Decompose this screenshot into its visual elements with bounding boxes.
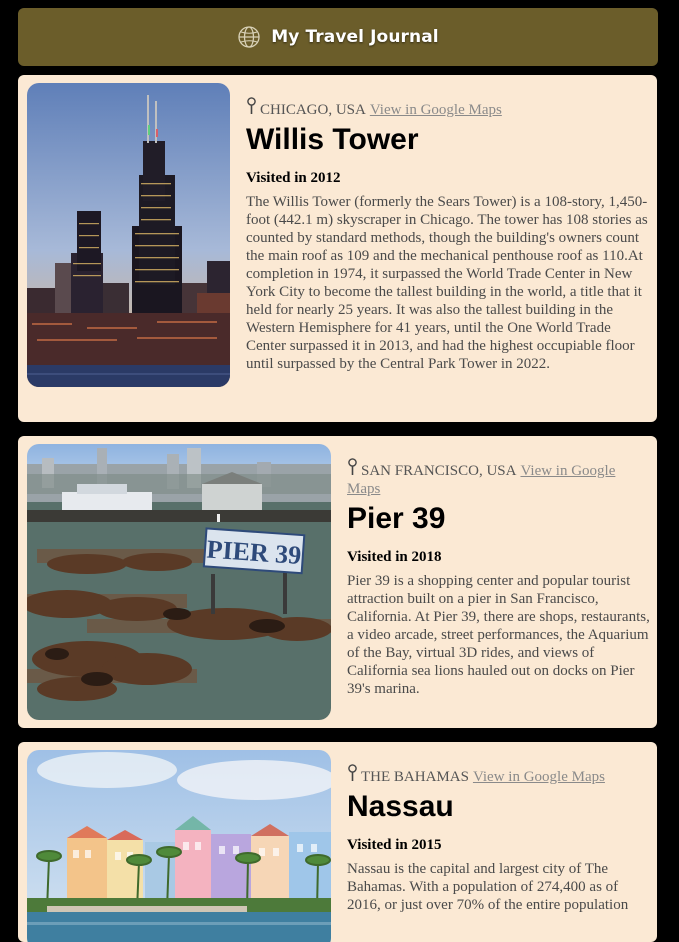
google-maps-link[interactable]: View in Google Maps <box>473 769 605 785</box>
entry-location: Chicago, USA <box>260 102 366 118</box>
app-title: My Travel Journal <box>271 27 439 47</box>
entry-location: The Bahamas <box>361 769 469 785</box>
app-header: My Travel Journal <box>18 8 658 66</box>
entry-title: Willis Tower <box>246 123 419 156</box>
location-pin-icon <box>347 764 358 782</box>
entry-description: The Willis Tower (formerly the Sears Tow… <box>246 194 648 372</box>
journal-entry-card: PIER 39 San Francisco, USA View in Google… <box>18 436 657 728</box>
entry-photo: PIER 39 <box>27 444 331 720</box>
entry-title: Pier 39 <box>347 502 446 535</box>
location-pin-icon <box>246 97 257 115</box>
entry-visited-date: Visited in 2018 <box>347 549 442 565</box>
location-pin-icon <box>347 458 358 476</box>
globe-icon <box>237 25 261 49</box>
entry-location: San Francisco, USA <box>361 463 517 479</box>
entry-description: Nassau is the capital and largest city o… <box>347 861 629 913</box>
journal-entry-card: Chicago, USA View in Google Maps Willis T… <box>18 75 657 422</box>
entry-description: Pier 39 is a shopping center and popular… <box>347 573 650 697</box>
entry-photo <box>27 83 230 387</box>
entry-photo <box>27 750 331 942</box>
entry-visited-date: Visited in 2015 <box>347 837 442 853</box>
entry-title: Nassau <box>347 790 454 823</box>
entry-visited-date: Visited in 2012 <box>246 170 341 186</box>
journal-entry-card: The Bahamas View in Google Maps Nassau Vi… <box>18 742 657 942</box>
google-maps-link[interactable]: View in Google Maps <box>370 102 502 118</box>
